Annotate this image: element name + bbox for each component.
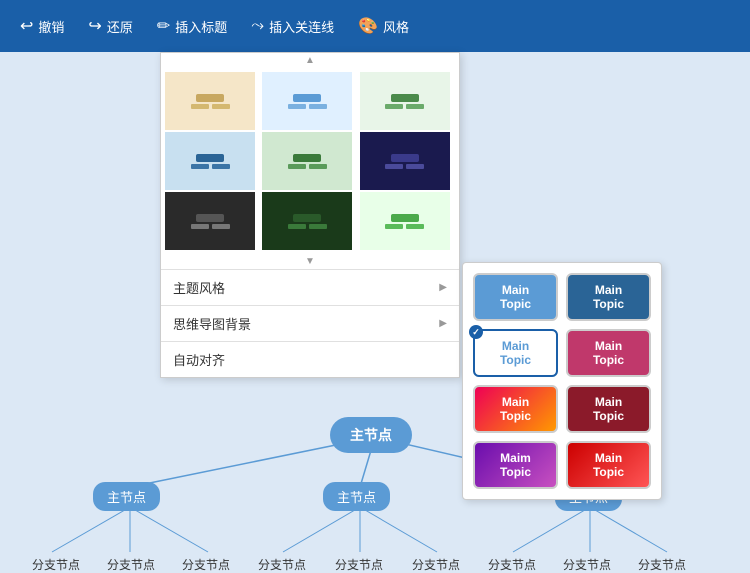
style-btn-6[interactable]: Main Topic [566, 385, 651, 433]
leaf-5: 分支节点 [335, 556, 383, 573]
style-btn-1-label: Main Topic [500, 283, 531, 311]
insert-line-button[interactable]: ⤳ 插入关连线 [241, 11, 344, 42]
mind-bg-label: 思维导图背景 [173, 314, 251, 333]
style-btn-8-label: Main Topic [593, 451, 624, 479]
theme-style-label: 主题风格 [173, 278, 225, 297]
theme-thumb-9[interactable] [360, 192, 450, 250]
theme-thumb-6[interactable] [360, 132, 450, 190]
auto-align-label: 自动对齐 [173, 350, 225, 369]
theme-thumb-8[interactable] [262, 192, 352, 250]
mind-bg-arrow: ▶ [439, 318, 447, 329]
theme-grid [161, 68, 459, 254]
style-btn-3[interactable]: Main Topic [473, 329, 558, 377]
leaf-7: 分支节点 [488, 556, 536, 573]
theme-thumb-5[interactable] [262, 132, 352, 190]
theme-thumb-3[interactable] [360, 72, 450, 130]
redo-label: 还原 [107, 17, 133, 36]
branch-node-1[interactable]: 主节点 [93, 482, 160, 511]
style-picker: Main Topic Main Topic Main Topic Main To… [462, 262, 662, 500]
style-btn-8[interactable]: Main Topic [566, 441, 651, 489]
mind-bg-item[interactable]: 思维导图背景 ▶ [161, 306, 459, 341]
style-btn-1[interactable]: Main Topic [473, 273, 558, 321]
theme-thumb-2[interactable] [262, 72, 352, 130]
leaf-9: 分支节点 [638, 556, 686, 573]
style-btn-2[interactable]: Main Topic [566, 273, 651, 321]
style-btn-5-label: Main Topic [500, 395, 531, 423]
insert-line-label: 插入关连线 [269, 17, 334, 36]
leaf-3: 分支节点 [182, 556, 230, 573]
leaf-6: 分支节点 [412, 556, 460, 573]
toolbar: ↩ 撤销 ↪ 还原 ✏ 插入标题 ⤳ 插入关连线 🎨 风格 [0, 0, 750, 52]
pencil-icon: ✏ [157, 16, 170, 36]
style-button[interactable]: 🎨 风格 [348, 10, 419, 42]
style-btn-4[interactable]: Main Topic [566, 329, 651, 377]
insert-label-label: 插入标题 [175, 17, 227, 36]
undo-icon: ↩ [20, 16, 33, 36]
style-btn-2-label: Main Topic [593, 283, 624, 311]
branch-node-2[interactable]: 主节点 [323, 482, 390, 511]
main-node[interactable]: 主节点 [330, 417, 412, 453]
theme-style-arrow: ▶ [439, 282, 447, 293]
line-icon: ⤳ [251, 17, 264, 35]
theme-style-item[interactable]: 主题风格 ▶ [161, 270, 459, 305]
leaf-2: 分支节点 [107, 556, 155, 573]
style-btn-5[interactable]: Main Topic [473, 385, 558, 433]
style-btn-4-label: Main Topic [593, 339, 624, 367]
auto-align-item[interactable]: 自动对齐 [161, 342, 459, 377]
scroll-up-icon[interactable]: ▲ [305, 55, 315, 66]
style-btn-7[interactable]: Maim Topic [473, 441, 558, 489]
style-label: 风格 [383, 17, 409, 36]
scroll-down-icon[interactable]: ▼ [305, 256, 315, 267]
undo-button[interactable]: ↩ 撤销 [10, 10, 74, 42]
style-btn-6-label: Main Topic [593, 395, 624, 423]
insert-label-button[interactable]: ✏ 插入标题 [147, 10, 237, 42]
theme-panel: ▲ [160, 52, 460, 378]
style-btn-3-label: Main Topic [500, 339, 531, 367]
redo-button[interactable]: ↪ 还原 [78, 10, 142, 42]
main-area: 主节点 主节点 主节点 主节点 分支节点 分支节点 分支节点 分支节点 分支节点… [0, 52, 750, 570]
palette-icon: 🎨 [358, 16, 378, 36]
leaf-4: 分支节点 [258, 556, 306, 573]
theme-thumb-1[interactable] [165, 72, 255, 130]
theme-thumb-4[interactable] [165, 132, 255, 190]
style-btn-7-label: Maim Topic [500, 451, 531, 479]
theme-thumb-7[interactable] [165, 192, 255, 250]
leaf-8: 分支节点 [563, 556, 611, 573]
redo-icon: ↪ [88, 16, 101, 36]
leaf-1: 分支节点 [32, 556, 80, 573]
undo-label: 撤销 [38, 17, 64, 36]
